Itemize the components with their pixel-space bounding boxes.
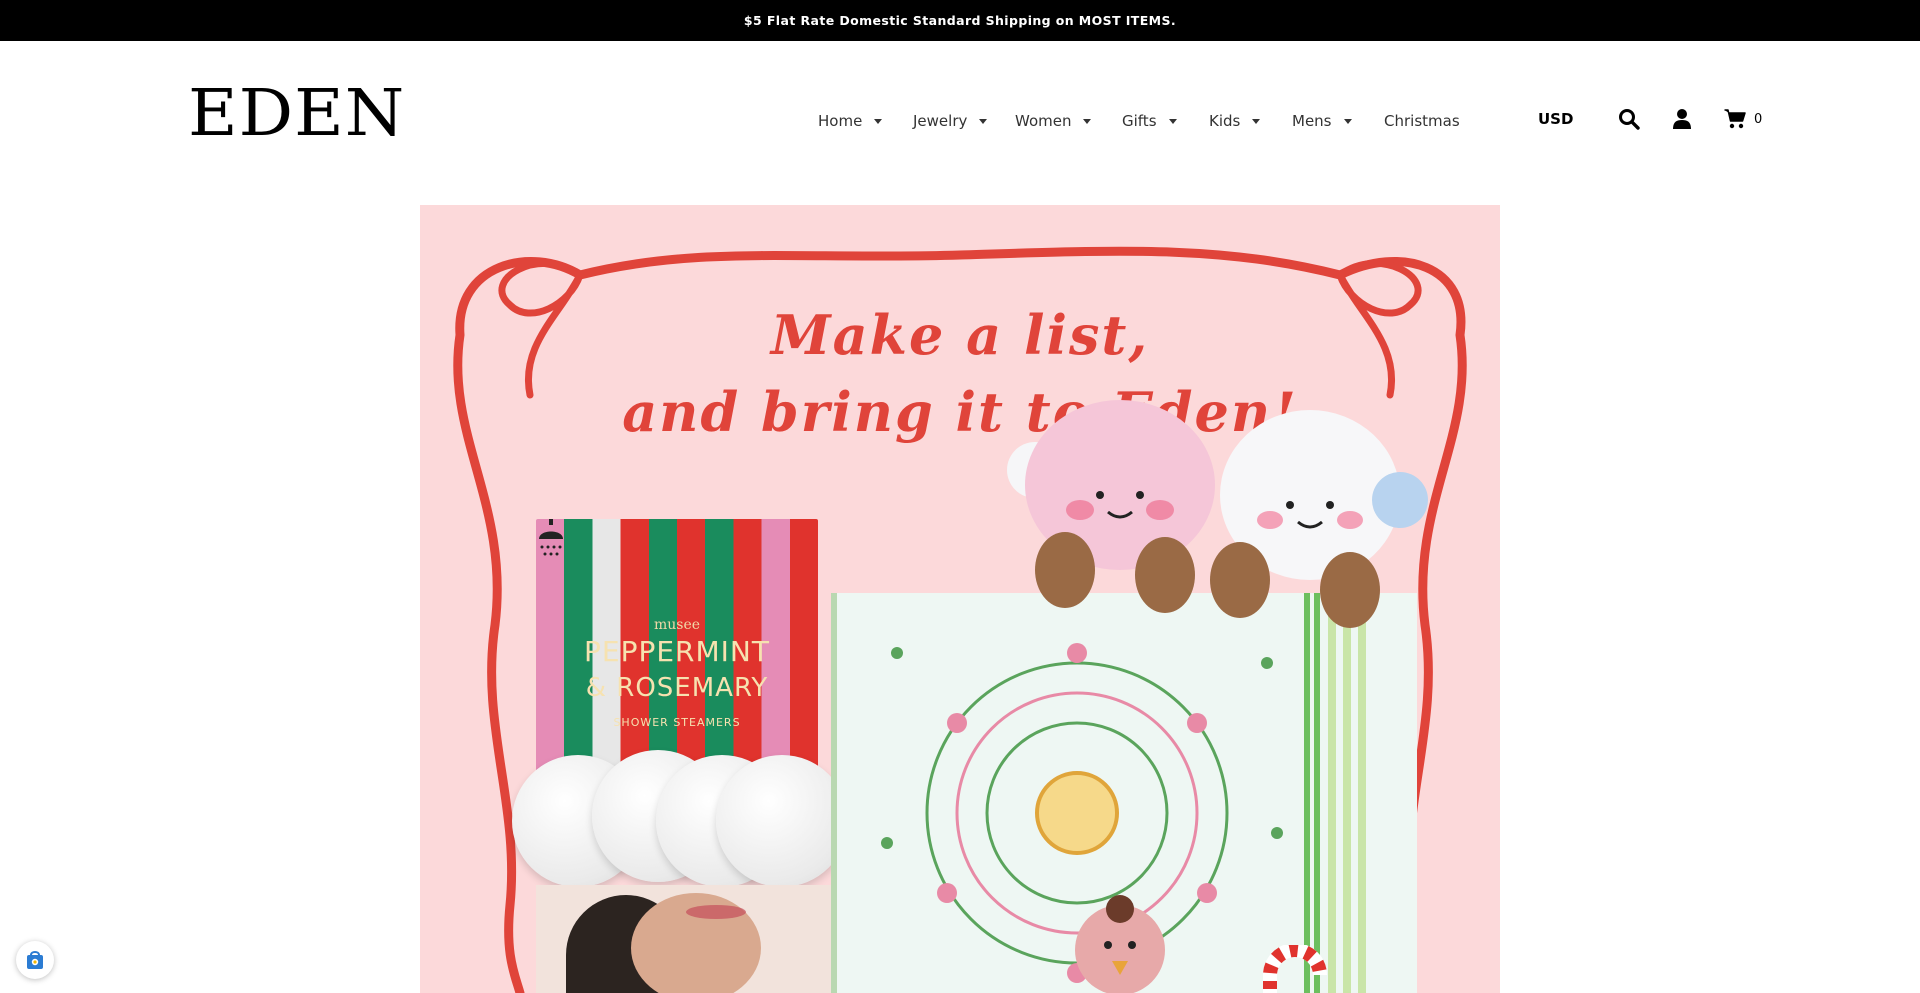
- chevron-down-icon: [979, 118, 988, 124]
- shower-tablet: [716, 755, 848, 887]
- cart-icon: [1724, 109, 1746, 129]
- nav-label: Gifts: [1122, 112, 1157, 130]
- nav-label: Mens: [1292, 112, 1332, 130]
- nav-label: Home: [818, 112, 863, 130]
- hero-title-line1: Make a list,: [770, 303, 1150, 367]
- cart-count: 0: [1754, 111, 1763, 127]
- product-brand: musee: [653, 617, 701, 633]
- plush-toy-white: [1210, 410, 1428, 628]
- chevron-down-icon: [1343, 118, 1352, 124]
- model-photo: [536, 885, 836, 993]
- nav-item-kids[interactable]: Kids: [1209, 112, 1261, 130]
- shower-icon: [539, 519, 563, 556]
- nav-item-home[interactable]: Home: [818, 112, 883, 130]
- chevron-down-icon: [874, 118, 883, 124]
- shopping-bag-icon: [27, 951, 43, 969]
- nav-item-mens[interactable]: Mens: [1292, 112, 1352, 130]
- user-icon: [1673, 109, 1691, 129]
- product-name-line2: & ROSEMARY: [585, 673, 769, 703]
- account-button[interactable]: [1672, 108, 1692, 134]
- plush-bird: [1075, 895, 1165, 993]
- chevron-down-icon: [1168, 118, 1177, 124]
- nav-label: Kids: [1209, 112, 1241, 130]
- chevron-down-icon: [1083, 118, 1092, 124]
- nav-item-christmas[interactable]: Christmas: [1384, 112, 1460, 130]
- plush-toy-pink: [1007, 400, 1215, 613]
- main-nav: Home Jewelry Women Gifts Kids Mens Chris…: [818, 110, 1460, 132]
- hero-banner[interactable]: Make a list, and bring it to Eden! musee…: [420, 205, 1500, 993]
- announcement-text: $5 Flat Rate Domestic Standard Shipping …: [743, 13, 1177, 28]
- chevron-down-icon: [1252, 118, 1261, 124]
- nav-item-jewelry[interactable]: Jewelry: [913, 112, 988, 130]
- nav-label: Jewelry: [913, 112, 968, 130]
- site-logo[interactable]: EDEN: [188, 81, 405, 147]
- shop-app-button[interactable]: [16, 941, 54, 979]
- cart-button[interactable]: 0: [1724, 108, 1762, 130]
- product-name-line1: PEPPERMINT: [584, 635, 770, 668]
- announcement-bar: $5 Flat Rate Domestic Standard Shipping …: [0, 0, 1920, 41]
- search-button[interactable]: [1618, 108, 1640, 134]
- search-icon: [1619, 109, 1640, 130]
- currency-selector[interactable]: USD: [1538, 110, 1573, 128]
- nav-item-women[interactable]: Women: [1015, 112, 1092, 130]
- nav-label: Women: [1015, 112, 1072, 130]
- candy-cane: [1263, 945, 1327, 993]
- product-name-line3: SHOWER STEAMERS: [613, 716, 741, 729]
- nav-label: Christmas: [1384, 112, 1460, 130]
- nav-item-gifts[interactable]: Gifts: [1122, 112, 1177, 130]
